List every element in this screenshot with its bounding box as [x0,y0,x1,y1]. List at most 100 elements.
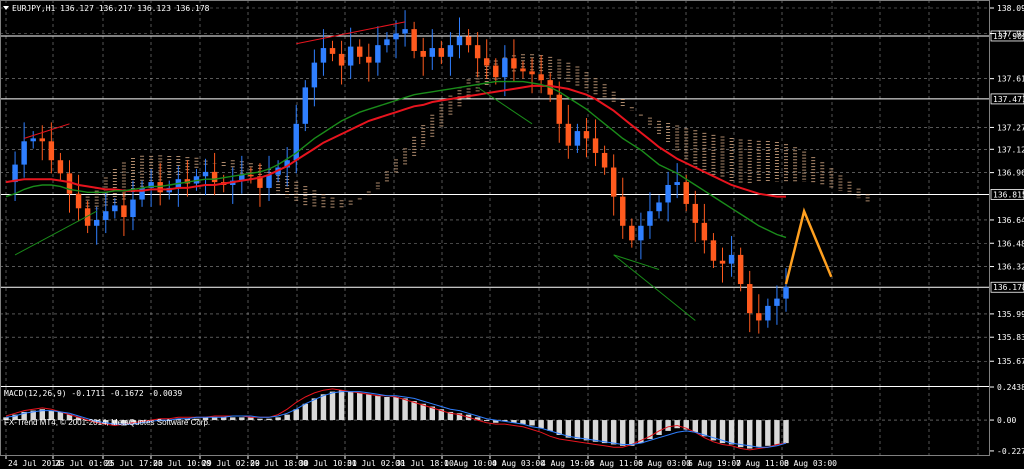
time-tick-label: 1 Aug 10:00 [444,459,497,468]
macd-bar [610,420,617,445]
candle-body [266,174,272,188]
candle-body [583,131,590,139]
candle-body [438,48,445,57]
chart-background [0,0,1024,469]
candle-body [93,219,100,226]
macd-bar [357,392,363,421]
price-tick-label: 135.835 [997,333,1024,342]
candle-body [157,182,163,193]
candle-body [710,240,717,261]
candle-body [456,36,463,46]
candle-body [701,222,708,241]
symbol-caption: EURJPY,H1 136.127 136.217 136.123 136.17… [12,4,210,13]
candle-body [248,174,254,177]
macd-bar [375,395,381,421]
macd-bar [765,420,771,446]
candle-body [202,171,209,177]
candle-body [384,39,390,46]
macd-bar [774,420,780,445]
price-tick-label: 138.095 [997,4,1024,13]
candle-body [311,62,318,88]
macd-bar [329,391,336,421]
candle-body [592,138,599,153]
macd-bar [402,398,408,421]
macd-bar [783,420,789,444]
candle-body [620,196,626,226]
macd-bar [302,403,309,421]
candle-body [465,36,472,46]
candle-body [347,46,354,66]
candle-body [357,46,363,57]
candle-body [447,45,454,57]
candle-body [565,123,572,146]
candle-body [429,48,435,57]
macd-tick-label: -0.2277 [997,447,1024,456]
time-tick-label: 6 Aug 03:00 [638,459,691,468]
candle-body [774,298,780,306]
time-tick-label: 24 Jul 2014 [8,459,61,468]
price-tick-label: 135.670 [997,357,1024,366]
candle-body [647,211,653,226]
macd-bar [547,420,553,431]
time-tick-label: 8 Aug 03:00 [784,459,837,468]
macd-bar [411,401,417,421]
macd-bar [737,420,744,448]
candle-body [402,29,408,34]
candle-body [719,260,726,264]
candle-body [375,45,381,63]
price-level-label: 136.178 [993,283,1024,292]
macd-bar [701,420,708,437]
candle-body [502,58,508,78]
macd-bar [320,394,327,421]
macd-bar [311,398,318,421]
macd-bar [592,420,599,442]
price-tick-label: 137.920 [997,30,1024,39]
macd-tick-label: 0.2438 [997,383,1024,392]
time-tick-label: 4 Aug 03:00 [492,459,545,468]
candle-body [656,202,662,212]
price-chart[interactable]: 137.903137.471136.815136.178 138.095137.… [0,0,1024,469]
macd-bar [565,420,572,438]
price-tick-label: 137.610 [997,75,1024,84]
macd-bar [266,418,272,421]
time-tick-label: 5 Aug 11:00 [590,459,643,468]
candle-body [674,182,680,185]
candle-body [747,284,753,314]
price-level-label: 137.471 [993,95,1024,104]
macd-bar [420,403,426,421]
candle-body [75,193,82,209]
candle-body [393,33,399,40]
candle-body [493,65,499,78]
candle-body [57,160,64,174]
candle-body [629,225,635,241]
price-tick-label: 136.640 [997,216,1024,225]
candle-body [302,87,309,124]
candle-body [638,225,644,241]
macd-bar [338,390,345,421]
macd-bar [347,391,354,421]
candle-body [21,141,27,165]
candle-body [103,211,109,220]
candle-body [556,94,562,124]
candle-body [211,171,218,183]
candle-body [411,29,417,51]
macd-bar [620,420,626,446]
candle-body [420,50,426,57]
macd-bar [293,409,299,421]
candle-body [683,182,689,204]
macd-bar [257,418,263,421]
candle-body [728,254,735,264]
macd-bar [728,420,735,445]
candle-body [511,58,517,69]
time-tick-label: 4 Aug 19:00 [541,459,594,468]
time-tick-label: 6 Aug 19:00 [688,459,741,468]
price-tick-label: 137.125 [997,145,1024,154]
macd-bar [747,420,753,449]
candle-body [601,152,608,168]
candle-body [538,74,544,81]
macd-bar [538,420,544,429]
candle-body [783,286,789,299]
price-tick-label: 136.480 [997,239,1024,248]
macd-caption: MACD(12,26,9) -0.1711 -0.1672 -0.0039 [4,389,182,398]
price-level-label: 136.815 [993,190,1024,199]
